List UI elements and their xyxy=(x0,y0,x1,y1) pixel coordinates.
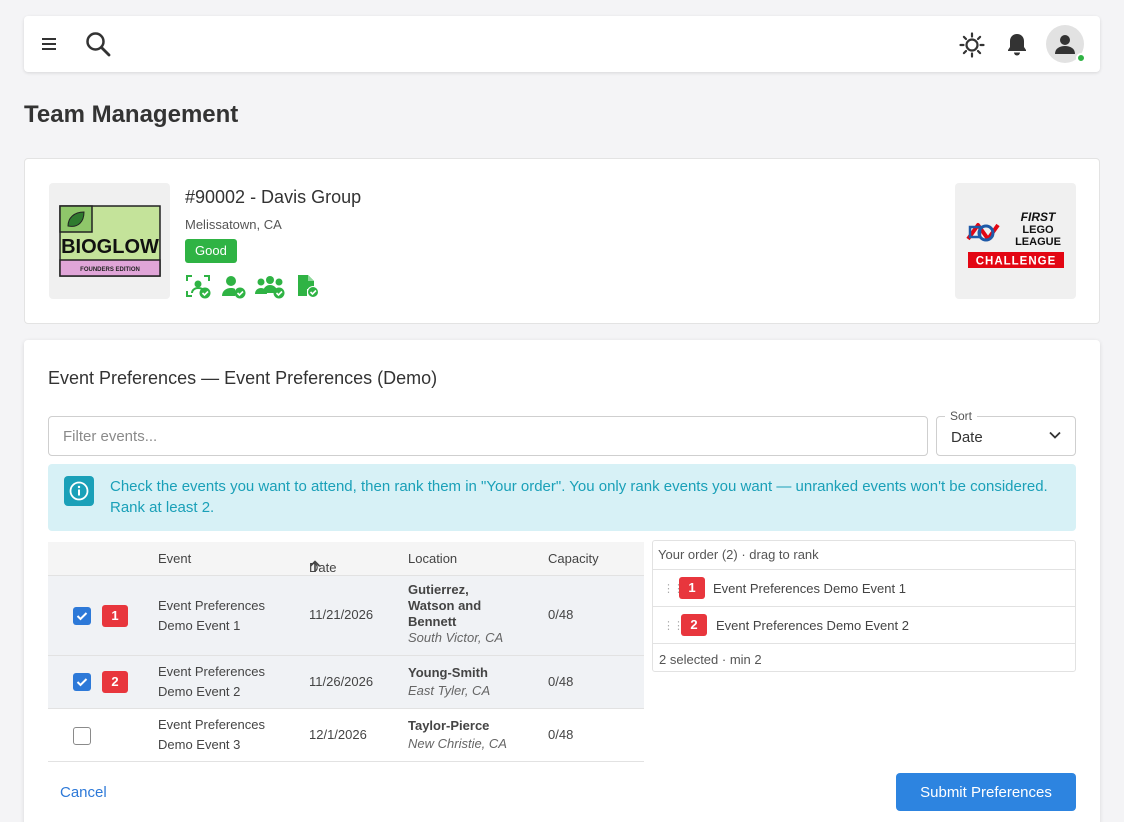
group-check-icon xyxy=(255,273,285,299)
table-row[interactable]: Event Preferences Demo Event 3 12/1/2026… xyxy=(48,708,644,761)
order-footer: 2 selected · min 2 xyxy=(659,652,762,667)
row-checkbox-checked[interactable] xyxy=(73,607,91,625)
event-date: 12/1/2026 xyxy=(309,727,367,742)
event-name: Event Preferences xyxy=(158,717,265,732)
fll-first-text: FIRST xyxy=(1020,210,1056,224)
column-header-event: Event xyxy=(158,551,192,566)
cancel-button[interactable]: Cancel xyxy=(60,784,107,801)
user-check-icon xyxy=(220,273,246,299)
event-name-line2: Demo Event 1 xyxy=(158,618,241,633)
sort-select[interactable]: Sort Date xyxy=(936,409,1076,456)
order-header: Your order (2) · drag to rank xyxy=(653,541,1075,570)
table-row[interactable]: 1 Event Preferences Demo Event 1 11/21/2… xyxy=(48,575,644,655)
location-name: Gutierrez, xyxy=(408,582,469,597)
column-header-location: Location xyxy=(408,551,458,566)
chevron-down-icon xyxy=(1049,431,1061,439)
preferences-title: Event Preferences — Event Preferences (D… xyxy=(48,368,438,388)
event-capacity: 0/48 xyxy=(548,607,574,622)
row-checkbox-unchecked[interactable] xyxy=(73,727,91,745)
sort-ascending-icon xyxy=(309,560,321,573)
rank-badge: 1 xyxy=(679,577,705,599)
location-name-line2: Watson and xyxy=(408,598,482,613)
avatar[interactable] xyxy=(1046,25,1086,63)
info-icon xyxy=(64,476,94,506)
user-icon xyxy=(1053,32,1077,56)
team-location: Melissatown, CA xyxy=(185,217,282,232)
order-item-label: Event Preferences Demo Event 2 xyxy=(716,618,909,633)
search-icon[interactable] xyxy=(84,30,112,58)
event-capacity: 0/48 xyxy=(548,727,574,742)
location-city: East Tyler, CA xyxy=(408,683,491,698)
rank-badge: 2 xyxy=(681,614,707,636)
status-badge: Good xyxy=(185,239,237,263)
info-text: Check the events you want to attend, the… xyxy=(110,478,1048,516)
event-date: 11/21/2026 xyxy=(309,607,374,622)
drag-handle-icon[interactable]: ⋮⋮ xyxy=(663,619,684,632)
filter-events-input[interactable] xyxy=(48,416,928,456)
face-check-icon xyxy=(185,273,211,299)
logo-wordmark: BIOGLOW xyxy=(61,236,159,258)
event-preferences-card: Event Preferences — Event Preferences (D… xyxy=(24,340,1100,822)
fll-league-text: LEAGUE xyxy=(1015,236,1061,248)
rank-badge: 1 xyxy=(102,605,128,627)
location-city: South Victor, CA xyxy=(408,630,504,645)
order-item[interactable]: ⋮⋮ 2 Event Preferences Demo Event 2 xyxy=(653,607,1075,644)
table-row[interactable]: 2 Event Preferences Demo Event 2 11/26/2… xyxy=(48,655,644,708)
events-table: Event Date Location Capacity 1 Event Pre… xyxy=(48,542,644,762)
location-name-line3: Bennett xyxy=(408,614,457,629)
sun-icon[interactable] xyxy=(958,31,986,59)
row-checkbox-checked[interactable] xyxy=(73,673,91,691)
column-header-capacity: Capacity xyxy=(548,551,599,566)
info-alert: Check the events you want to attend, the… xyxy=(48,464,1076,531)
fll-lego-text: LEGO xyxy=(1022,224,1054,236)
fll-challenge-text: CHALLENGE xyxy=(975,256,1056,268)
event-name-line2: Demo Event 2 xyxy=(158,684,241,699)
table-header: Event Date Location Capacity xyxy=(48,542,644,575)
status-icons xyxy=(185,273,320,299)
table-divider xyxy=(48,761,644,762)
bell-icon[interactable] xyxy=(1004,31,1030,57)
menu-icon[interactable] xyxy=(40,35,58,53)
document-check-icon xyxy=(294,273,320,299)
sort-label: Sort xyxy=(945,409,978,423)
event-capacity: 0/48 xyxy=(548,674,574,689)
event-name: Event Preferences xyxy=(158,664,265,679)
event-date: 11/26/2026 xyxy=(309,674,374,689)
page-title: Team Management xyxy=(24,101,239,128)
submit-preferences-button[interactable]: Submit Preferences xyxy=(896,773,1076,811)
sort-value: Date xyxy=(951,429,983,446)
team-card: BIOGLOW FOUNDERS EDITION #90002 - Davis … xyxy=(24,158,1100,324)
online-status-dot xyxy=(1076,53,1086,63)
team-name: #90002 - Davis Group xyxy=(185,187,362,207)
location-city: New Christie, CA xyxy=(408,736,507,751)
team-logo: BIOGLOW FOUNDERS EDITION xyxy=(49,183,170,299)
event-name-line2: Demo Event 3 xyxy=(158,737,241,752)
order-item-label: Event Preferences Demo Event 1 xyxy=(713,581,906,596)
rank-badge: 2 xyxy=(102,671,128,693)
order-item[interactable]: ⋮⋮ 1 Event Preferences Demo Event 1 xyxy=(653,570,1075,607)
event-name: Event Preferences xyxy=(158,598,265,613)
your-order-panel: Your order (2) · drag to rank ⋮⋮ 1 Event… xyxy=(652,540,1076,672)
program-logo: FIRST LEGO LEAGUE CHALLENGE xyxy=(955,183,1076,299)
logo-subtext: FOUNDERS EDITION xyxy=(80,267,140,273)
top-bar xyxy=(24,16,1100,72)
location-name: Taylor-Pierce xyxy=(408,718,490,733)
location-name: Young-Smith xyxy=(408,665,488,680)
